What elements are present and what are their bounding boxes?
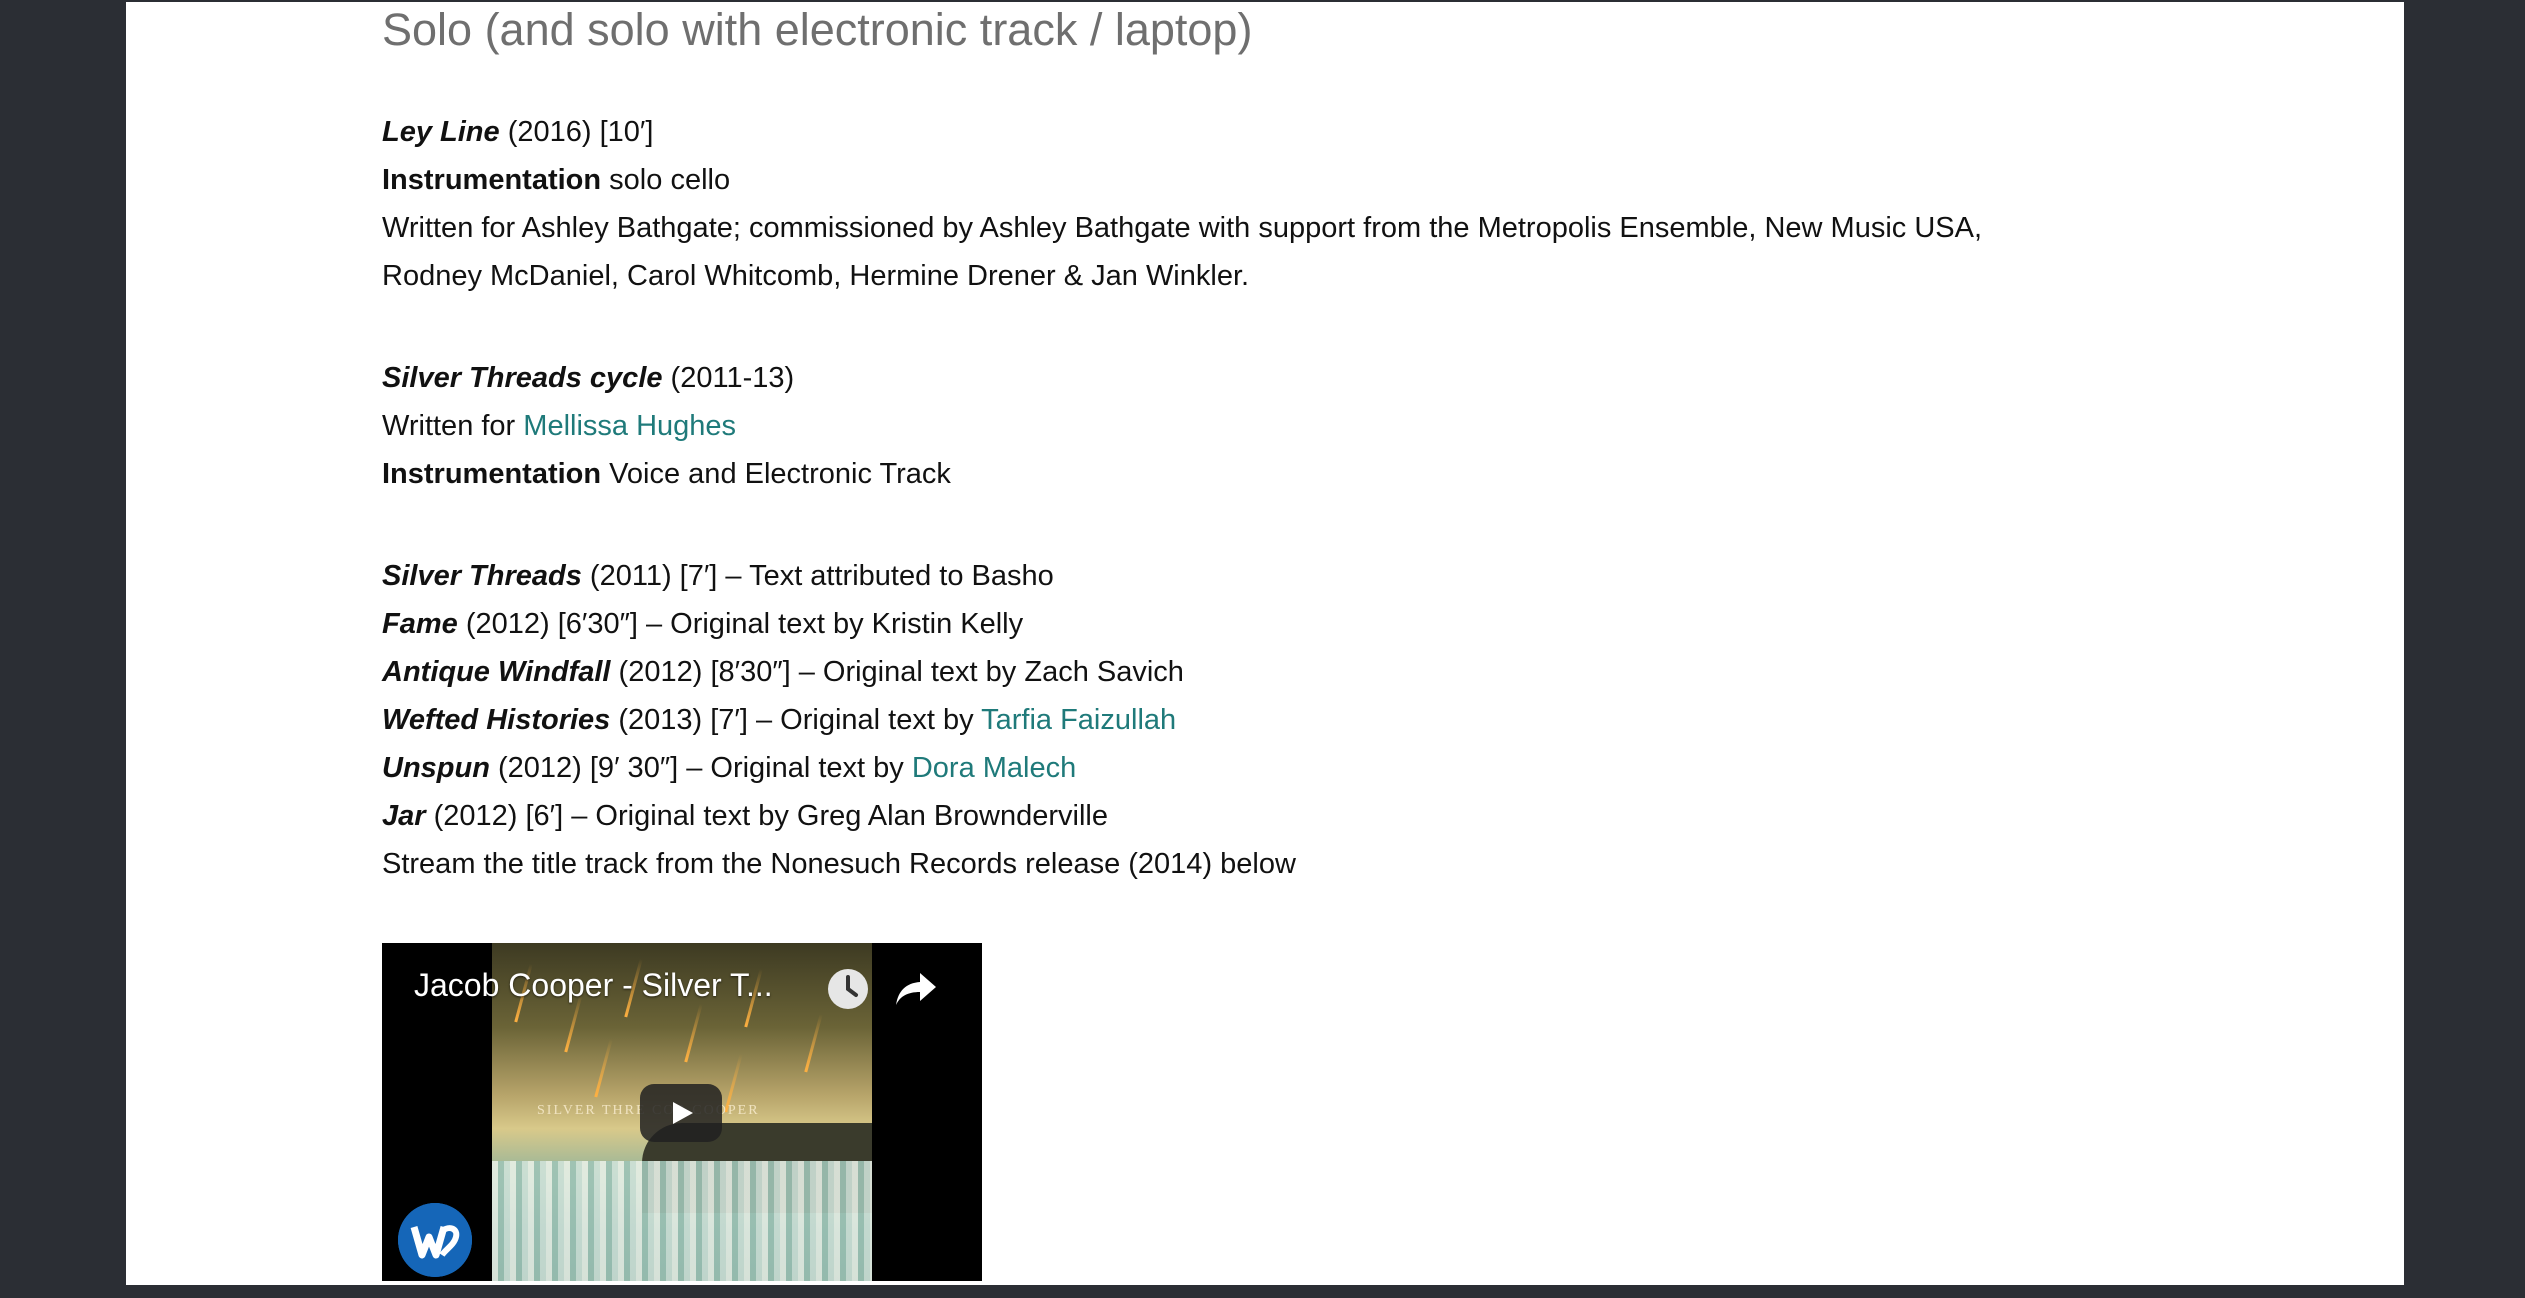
video-title[interactable]: Jacob Cooper - Silver T... (414, 967, 773, 1004)
share-icon[interactable] (892, 967, 936, 1011)
play-button[interactable] (640, 1084, 722, 1142)
work-meta: (2016) [10′] (499, 116, 654, 148)
tarfia-faizullah-link[interactable]: Tarfia Faizullah (981, 704, 1176, 736)
track-item: Fame (2012) [6′30″] – Original text by K… (382, 604, 1023, 644)
work-title: Ley Line (382, 116, 500, 148)
instrumentation-value: Voice and Electronic Track (601, 458, 951, 490)
track-title: Silver Threads (382, 560, 582, 592)
page-content: Solo (and solo with electronic track / l… (126, 2, 2404, 1285)
track-item: Jar (2012) [6′] – Original text by Greg … (382, 796, 1108, 836)
work-ley-line: Ley Line (2016) [10′] (382, 112, 653, 152)
track-title: Wefted Histories (382, 704, 611, 736)
written-for-line: Written for Mellissa Hughes (382, 406, 736, 446)
section-heading: Solo (and solo with electronic track / l… (382, 4, 1253, 55)
work-title: Silver Threads cycle (382, 362, 663, 394)
play-icon (673, 1102, 693, 1124)
instrumentation-line: Instrumentation solo cello (382, 160, 730, 200)
mellissa-hughes-link[interactable]: Mellissa Hughes (523, 410, 736, 442)
work-meta: (2011-13) (662, 362, 795, 394)
clock-icon[interactable] (826, 967, 870, 1011)
track-details: (2012) [6′] – Original text by Greg Alan… (425, 800, 1108, 832)
track-item: Silver Threads (2011) [7′] – Text attrib… (382, 556, 1054, 596)
instrumentation-label: Instrumentation (382, 458, 602, 490)
track-details: (2012) [9′ 30″] – Original text by (489, 752, 912, 784)
track-item: Unspun (2012) [9′ 30″] – Original text b… (382, 748, 1076, 788)
work-silver-threads-cycle: Silver Threads cycle (2011-13) (382, 358, 794, 398)
warner-logo[interactable] (398, 1203, 472, 1277)
track-details: (2011) [7′] – Text attributed to Basho (581, 560, 1054, 592)
instrumentation-value: solo cello (601, 164, 731, 196)
commission-note-1: Written for Ashley Bathgate; commissione… (382, 212, 1983, 244)
track-title: Jar (382, 800, 426, 832)
track-details: (2012) [8′30″] – Original text by Zach S… (610, 656, 1184, 688)
written-for-label: Written for (382, 410, 524, 442)
track-item: Wefted Histories (2013) [7′] – Original … (382, 700, 1176, 740)
track-title: Antique Windfall (382, 656, 611, 688)
track-title: Unspun (382, 752, 490, 784)
instrumentation-line: Instrumentation Voice and Electronic Tra… (382, 454, 951, 494)
track-item: Antique Windfall (2012) [8′30″] – Origin… (382, 652, 1184, 692)
track-details: (2012) [6′30″] – Original text by Kristi… (457, 608, 1024, 640)
track-title: Fame (382, 608, 458, 640)
track-details: (2013) [7′] – Original text by (610, 704, 982, 736)
instrumentation-label: Instrumentation (382, 164, 602, 196)
dora-malech-link[interactable]: Dora Malech (912, 752, 1076, 784)
youtube-embed[interactable]: SILVER THRE COB COOPER Jacob Cooper - Si… (382, 943, 982, 1281)
commission-note-2: Rodney McDaniel, Carol Whitcomb, Hermine… (382, 260, 1250, 292)
stream-note: Stream the title track from the Nonesuch… (382, 848, 1296, 880)
